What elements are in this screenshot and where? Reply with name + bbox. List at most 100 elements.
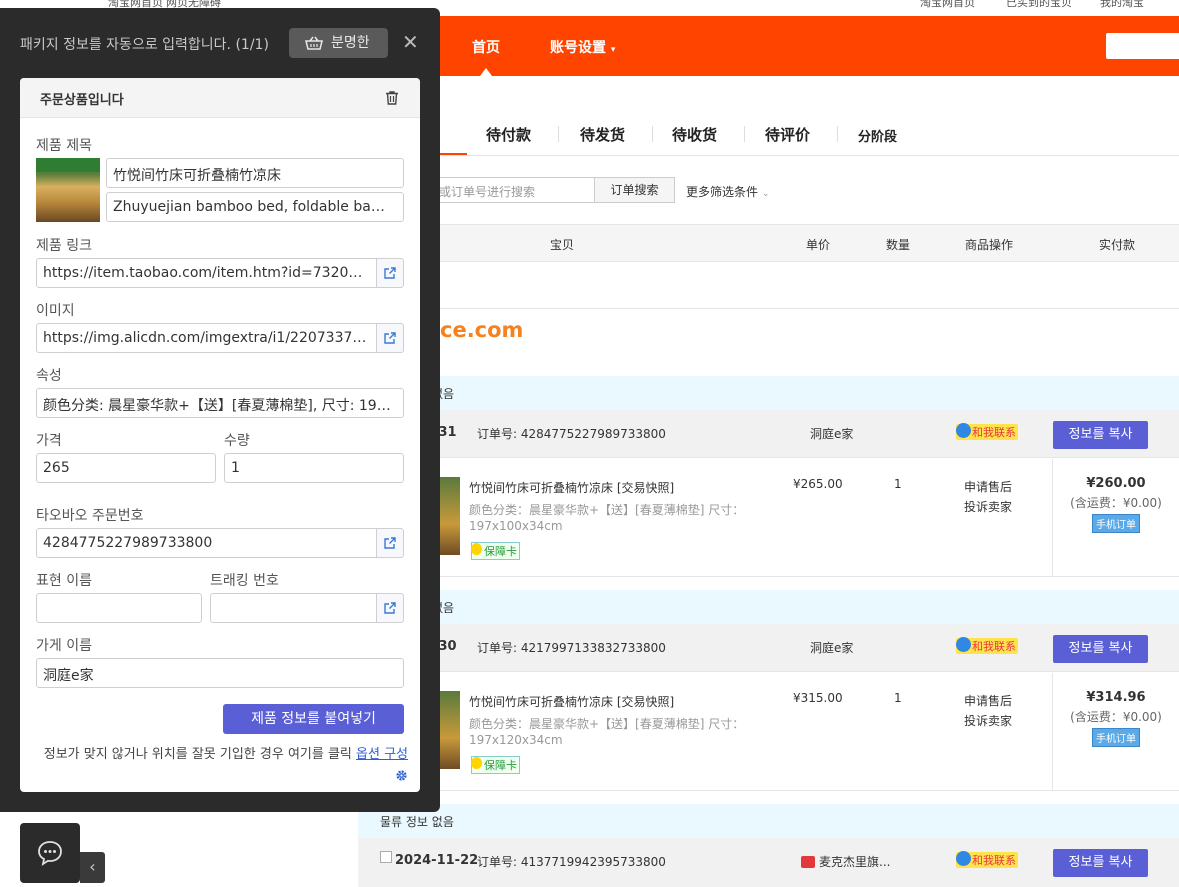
logistics-status: 물류 정보 없음: [380, 815, 454, 829]
contact-label: 和我联系: [972, 640, 1016, 653]
option-config-link[interactable]: 옵션 구성: [356, 747, 408, 762]
item-quantity: 1: [894, 477, 902, 491]
tab-installments[interactable]: 分阶段: [858, 126, 897, 145]
contact-seller-button[interactable]: 和我联系: [956, 423, 1018, 440]
order-search-button[interactable]: 订单搜索: [594, 177, 675, 203]
display-name-label: 표현 이름: [36, 573, 92, 589]
order-product-card: 주문상품입니다 제품 제목 竹悦间竹床可折叠楠竹凉床 Zhuyuejian ba…: [20, 78, 420, 792]
paid-column: ¥314.96 (含运费：¥0.00) 手机订单: [1052, 673, 1179, 791]
copy-info-button[interactable]: 정보를 복사: [1053, 421, 1148, 449]
topbar-link-mytaobao[interactable]: 我的淘宝: [1100, 0, 1144, 10]
gear-icon[interactable]: [395, 769, 408, 782]
open-tracking-button[interactable]: [376, 593, 404, 623]
shop-name-link[interactable]: 麦克杰里旗...: [801, 853, 890, 870]
help-note: 정보가 맞지 않거나 위치를 잘못 기입한 경우 여기를 클릭 옵션 구성: [36, 744, 408, 788]
product-image-banner: [36, 158, 100, 172]
tab-divider: [837, 126, 838, 142]
col-unit-price: 单价: [806, 238, 831, 252]
external-link-icon: [384, 267, 396, 279]
close-icon[interactable]: ✕: [402, 30, 419, 54]
store-name-input[interactable]: 洞庭e家: [36, 658, 404, 688]
order-status-bar: 없음: [358, 590, 1179, 624]
nav-search-input[interactable]: [1106, 33, 1179, 59]
paid-amount: ¥314.96: [1086, 690, 1146, 705]
tab-pending-review[interactable]: 待评价: [765, 124, 810, 145]
help-note-text: 정보가 맞지 않거나 위치를 잘못 기입한 경우 여기를 클릭: [43, 747, 357, 762]
order-header: 2024-11-22 订单号: 4137719942395733800 麦克杰里…: [358, 838, 1179, 887]
tab-pending-receipt[interactable]: 待收货: [672, 124, 717, 145]
external-link-icon: [384, 602, 396, 614]
topbar-link-bought[interactable]: 已买到的宝贝: [1006, 0, 1072, 10]
complain-link[interactable]: 投诉卖家: [964, 711, 1012, 731]
product-link-input[interactable]: https://item.taobao.com/item.htm?id=7320…: [36, 258, 377, 288]
chat-bubble-icon: [956, 637, 971, 652]
trash-icon[interactable]: [384, 90, 400, 106]
paid-amount: ¥260.00: [1086, 476, 1146, 491]
contact-label: 和我联系: [972, 426, 1016, 439]
complain-link[interactable]: 投诉卖家: [964, 497, 1012, 517]
shop-name-link[interactable]: 洞庭e家: [810, 639, 853, 656]
shop-name-link[interactable]: 洞庭e家: [810, 425, 853, 442]
external-link-icon: [384, 537, 396, 549]
shield-icon: [471, 757, 482, 769]
mobile-order-badge: 手机订单: [1092, 728, 1140, 747]
product-title-cn-input[interactable]: 竹悦间竹床可折叠楠竹凉床: [106, 158, 404, 188]
order-date: 2024-11-22: [395, 853, 479, 868]
item-title-link[interactable]: 竹悦间竹床可折叠楠竹凉床 [交易快照]: [469, 479, 674, 496]
contact-seller-button[interactable]: 和我联系: [956, 637, 1018, 654]
taobao-order-input[interactable]: 4284775227989733800: [36, 528, 377, 558]
guarantee-badge[interactable]: 保障卡: [471, 756, 520, 774]
contact-seller-button[interactable]: 和我联系: [956, 851, 1018, 868]
col-paid: 实付款: [1099, 238, 1136, 252]
tracking-number-label: 트래킹 번호: [210, 573, 279, 589]
copy-info-button[interactable]: 정보를 복사: [1053, 635, 1148, 663]
chat-bubble-icon: [956, 423, 971, 438]
tab-pending-shipment[interactable]: 待发货: [580, 124, 625, 145]
more-filters-link[interactable]: 更多筛选条件 ⌄: [686, 183, 769, 200]
chevron-down-icon: ▾: [610, 45, 616, 55]
quantity-input[interactable]: 1: [224, 453, 404, 483]
attributes-input[interactable]: 颜色分类: 晨星豪华款+【送】[春夏薄棉垫], 尺寸: 197x100x34cm: [36, 388, 404, 418]
paste-product-info-button[interactable]: 제품 정보를 붙여넣기: [223, 704, 404, 734]
price-label: 가격: [36, 433, 62, 449]
order-header: 1-30 订单号: 4217997133832733800 洞庭e家 和我联系 …: [358, 624, 1179, 672]
collapse-panel-toggle[interactable]: ‹: [80, 852, 105, 883]
item-title-link[interactable]: 竹悦间竹床可折叠楠竹凉床 [交易快照]: [469, 693, 674, 710]
price-input[interactable]: 265: [36, 453, 216, 483]
product-thumbnail[interactable]: [440, 477, 460, 555]
display-name-input[interactable]: [36, 593, 202, 623]
more-filters-label: 更多筛选条件: [686, 185, 759, 199]
topbar-link-taobao[interactable]: 淘宝网首页: [920, 0, 975, 10]
item-operations: 申请售后 投诉卖家: [964, 477, 1012, 517]
nav-account-label: 账号设置: [550, 40, 606, 56]
order-search-input[interactable]: 或订单号进行搜索: [430, 177, 595, 203]
split-package-button[interactable]: 분명한: [289, 28, 388, 58]
tab-active-underline: [440, 153, 467, 155]
panel-header-text: 패키지 정보를 자동으로 입력합니다. (1/1): [20, 37, 269, 53]
open-order-button[interactable]: [376, 528, 404, 558]
nav-account-settings[interactable]: 账号设置 ▾: [550, 37, 615, 57]
quantity-label: 수량: [224, 433, 250, 449]
order-select-checkbox[interactable]: [380, 851, 392, 863]
guarantee-label: 保障卡: [484, 545, 517, 558]
shipping-fee: (含运费：¥0.00): [1070, 710, 1162, 724]
order-number: 订单号: 4137719942395733800: [477, 855, 666, 869]
open-link-button[interactable]: [376, 258, 404, 288]
guarantee-badge[interactable]: 保障卡: [471, 542, 520, 560]
tab-pending-payment[interactable]: 待付款: [486, 124, 531, 145]
image-url-input[interactable]: https://img.alicdn.com/imgextra/i1/22073…: [36, 323, 377, 353]
tracking-number-input[interactable]: [210, 593, 377, 623]
product-thumbnail[interactable]: [440, 691, 460, 769]
order-header: 3-31 订单号: 4284775227989733800 洞庭e家 和我联系 …: [358, 410, 1179, 458]
page-root: 淘宝网首页 网页无障碍 淘宝网首页 已买到的宝贝 我的淘宝 首页 账号设置 ▾ …: [0, 0, 1179, 887]
guarantee-label: 保障卡: [484, 759, 517, 772]
copy-info-button[interactable]: 정보를 복사: [1053, 849, 1148, 877]
open-image-button[interactable]: [376, 323, 404, 353]
product-title-en-input[interactable]: Zhuyuejian bamboo bed, foldable bamboo b…: [106, 192, 404, 222]
after-sales-link[interactable]: 申请售后: [964, 691, 1012, 711]
shield-icon: [471, 543, 482, 555]
chat-button[interactable]: [20, 823, 80, 883]
after-sales-link[interactable]: 申请售后: [964, 477, 1012, 497]
nav-home-link[interactable]: 首页: [472, 37, 500, 57]
tab-divider: [558, 126, 559, 142]
